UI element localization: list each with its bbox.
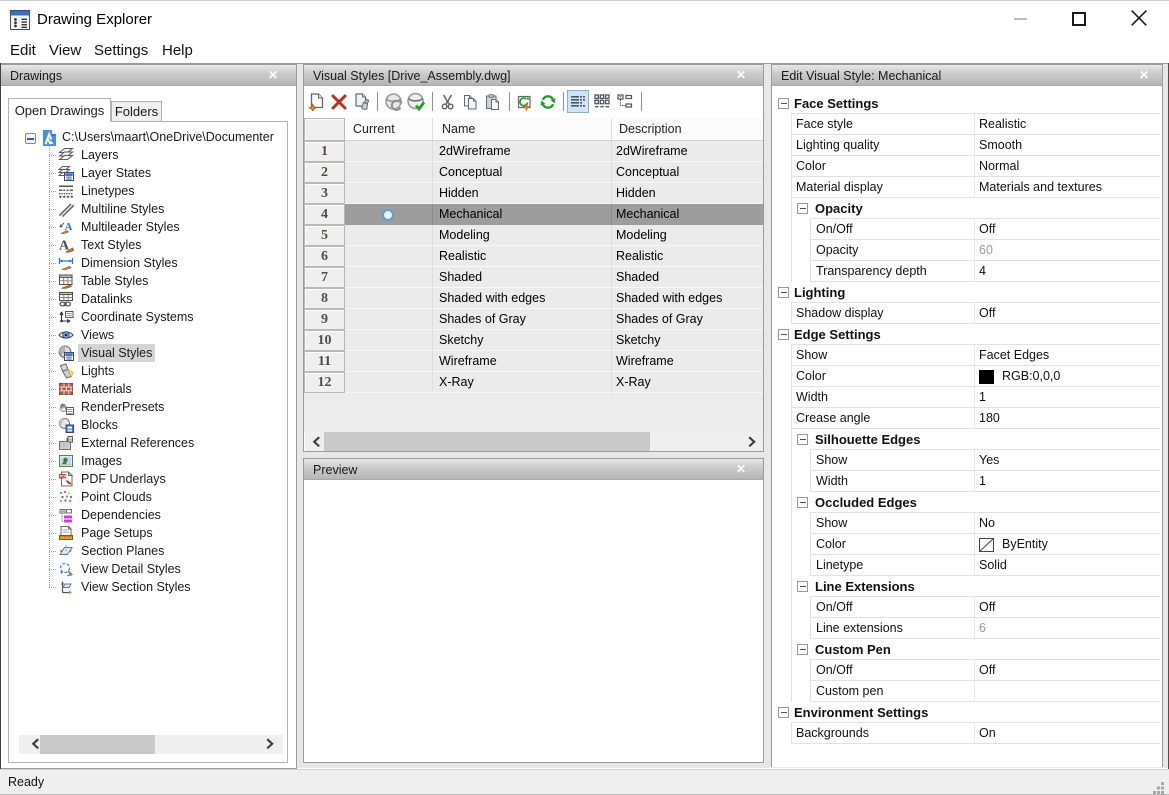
svg-text:PDF: PDF — [60, 474, 69, 479]
